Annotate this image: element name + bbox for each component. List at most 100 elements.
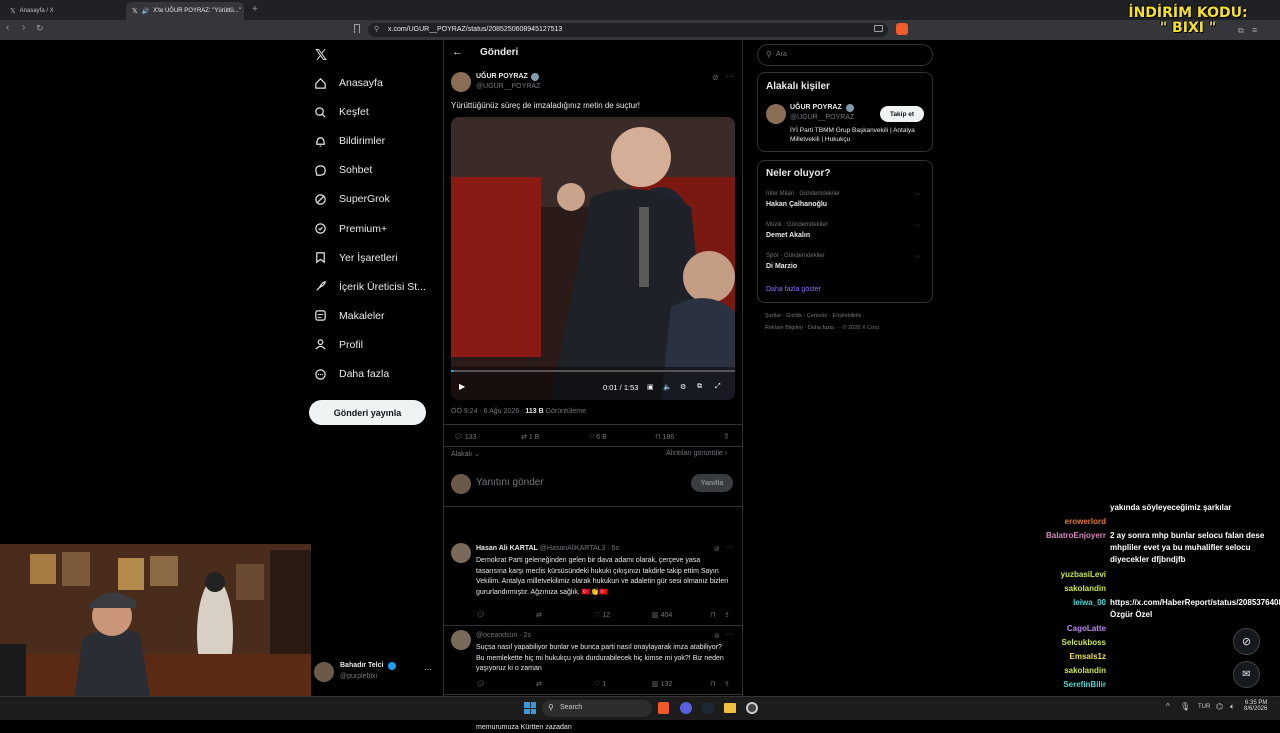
video-progress-track[interactable] (451, 370, 735, 372)
reply-count-button[interactable]: 💬︎ 133 (454, 433, 477, 441)
like-button[interactable]: ♡ 12 (594, 611, 610, 619)
forward-arrow-icon[interactable]: › (22, 22, 25, 33)
windows-start-icon[interactable] (524, 702, 536, 714)
chat-username[interactable]: CagoLatte (1004, 623, 1106, 635)
grok-icon[interactable]: ⊘ (712, 73, 719, 82)
nav-item[interactable]: SuperGrok (314, 187, 390, 211)
avatar[interactable] (451, 543, 471, 563)
chat-username[interactable]: SerefinBilir (1004, 679, 1106, 691)
site-info-icon[interactable]: ⚲ (374, 25, 379, 33)
repost-button[interactable]: ⇄ 1 B (521, 433, 539, 441)
volume-icon[interactable]: 🔈 (663, 383, 672, 391)
comment-icon[interactable]: 💬︎ (476, 680, 485, 688)
bookmark-icon[interactable]: ⊓ (710, 611, 715, 619)
footer-links[interactable]: Şartlar · Gizlilik · Çerezler · Erişileb… (765, 313, 865, 319)
file-explorer-icon[interactable] (724, 703, 736, 713)
reply-button[interactable]: Yanıtla (691, 474, 733, 492)
avatar[interactable] (451, 630, 471, 650)
avatar[interactable] (451, 72, 471, 92)
bookmark-page-icon[interactable] (354, 24, 360, 33)
reply-author[interactable]: Hasan Ali KARTAL (476, 545, 538, 552)
more-dots-icon[interactable]: ··· (914, 191, 921, 198)
repost-icon[interactable]: ⇄ (536, 611, 542, 619)
reply-input[interactable]: Yanıtını gönder (476, 477, 544, 488)
tab-home[interactable]: 𝕏 Anasayfa / X (4, 2, 122, 20)
language-indicator[interactable]: TUR (1198, 704, 1210, 710)
author-name[interactable]: UĞUR POYRAZ (476, 73, 528, 80)
nav-item[interactable]: Yer İşaretleri (314, 246, 398, 270)
views-stat[interactable]: ▥ 404 (652, 611, 672, 619)
reload-icon[interactable]: ↻ (36, 23, 44, 34)
chat-username[interactable]: leiwa_00 (1004, 597, 1106, 609)
show-more-link[interactable]: Daha fazla göster (766, 286, 821, 293)
grok-icon[interactable]: ⊘ (714, 545, 720, 553)
captions-icon[interactable]: ▣ (647, 383, 654, 391)
more-dots-icon[interactable]: ··· (914, 222, 921, 229)
cast-icon[interactable] (874, 25, 883, 32)
back-arrow-icon[interactable]: ← (452, 46, 463, 58)
steam-app-icon[interactable] (702, 702, 714, 714)
url-field[interactable]: ⚲ x.com/UGUR__POYRAZ/status/208525060894… (368, 23, 888, 37)
grok-icon[interactable]: ⊘ (1233, 628, 1260, 655)
chat-username[interactable]: BalatroEnjoyerr (1004, 530, 1106, 542)
share-icon[interactable]: ⇪ (723, 432, 730, 441)
brave-shield-icon[interactable] (896, 23, 908, 35)
nav-item[interactable]: Sohbet (314, 158, 372, 182)
chat-username[interactable]: Selcukboss (1004, 637, 1106, 649)
brave-app-icon[interactable] (658, 702, 669, 714)
nav-item[interactable]: Keşfet (314, 100, 369, 124)
settings-gear-icon[interactable]: ⚙ (680, 383, 686, 391)
sort-dropdown[interactable]: Alakalı ⌄ (451, 450, 480, 458)
more-dots-icon[interactable]: ··· (914, 253, 921, 260)
nav-item[interactable]: Profil (314, 333, 363, 357)
search-input[interactable]: ⚲ Ara (757, 44, 933, 66)
nav-item[interactable]: Makaleler (314, 304, 385, 328)
more-dots-icon[interactable]: ··· (424, 665, 432, 674)
avatar[interactable] (766, 104, 786, 124)
menu-icon[interactable]: ≡ (1252, 25, 1257, 35)
play-icon[interactable]: ▶ (459, 382, 465, 391)
account-switcher[interactable]: Bahadır Telci @purplebixi ··· (314, 660, 434, 684)
more-dots-icon[interactable]: ··· (726, 72, 734, 81)
extensions-icon[interactable]: ⧉ (1238, 26, 1244, 36)
grok-icon[interactable]: ⊘ (714, 632, 720, 640)
discord-app-icon[interactable] (680, 702, 692, 714)
messages-icon[interactable]: ✉ (1233, 661, 1260, 688)
nav-item[interactable]: İçerik Üreticisi St... (314, 275, 426, 299)
obs-app-icon[interactable] (746, 702, 758, 714)
like-button[interactable]: ♡ 6 B (588, 433, 607, 441)
new-tab-icon[interactable]: + (252, 4, 258, 15)
chat-username[interactable]: sakolandin (1004, 665, 1106, 677)
bookmark-button[interactable]: ⊓ 186 (655, 433, 674, 441)
author-handle[interactable]: @UGUR__POYRAZ (476, 83, 540, 90)
tray-chevron-icon[interactable]: ^ (1166, 702, 1170, 711)
video-player[interactable]: ▶ 0:01 / 1:53 ▣ 🔈 ⚙ ⧉ ⤢ (451, 117, 735, 400)
fullscreen-icon[interactable]: ⤢ (715, 383, 721, 391)
nav-item[interactable]: Anasayfa (314, 71, 383, 95)
follow-button[interactable]: Takip et (880, 106, 924, 122)
tab-post[interactable]: 𝕏 🔊 X'te UĞUR POYRAZ: "Yürüttü..." ✕ (126, 2, 244, 20)
view-quotes-link[interactable]: Alıntıları görüntüle › (666, 450, 727, 457)
chat-username[interactable]: erowerlord (1004, 516, 1106, 528)
comment-icon[interactable]: 💬︎ (476, 611, 485, 619)
views-stat[interactable]: ▥ 132 (652, 680, 672, 688)
repost-icon[interactable]: ⇄ (536, 680, 542, 688)
taskbar-search[interactable]: ⚲ Search (542, 700, 652, 717)
back-arrow-icon[interactable]: ‹ (6, 22, 9, 33)
x-logo-icon[interactable]: 𝕏 (315, 46, 327, 64)
chat-username[interactable]: yuzbasiLevi (1004, 569, 1106, 581)
mic-icon[interactable]: 🎙︎ (1180, 702, 1190, 711)
share-icon[interactable]: ⇪ (724, 611, 730, 619)
nav-item[interactable]: Bildirimler (314, 129, 385, 153)
bookmark-icon[interactable]: ⊓ (710, 680, 715, 688)
network-icon[interactable]: ⌬ (1216, 702, 1223, 711)
more-dots-icon[interactable]: ··· (726, 544, 733, 551)
picture-in-picture-icon[interactable]: ⧉ (697, 383, 702, 391)
footer-links[interactable]: Reklam Bilgileri · Daha fazla ··· © 2026… (765, 325, 881, 331)
like-button[interactable]: ♡ 1 (594, 680, 606, 688)
post-button[interactable]: Gönderi yayınla (309, 400, 426, 425)
nav-item[interactable]: Premium+ (314, 217, 387, 241)
person-name[interactable]: UĞUR POYRAZ (790, 104, 842, 111)
nav-item[interactable]: Daha fazla (314, 362, 389, 386)
chat-username[interactable]: sakolandin (1004, 583, 1106, 595)
